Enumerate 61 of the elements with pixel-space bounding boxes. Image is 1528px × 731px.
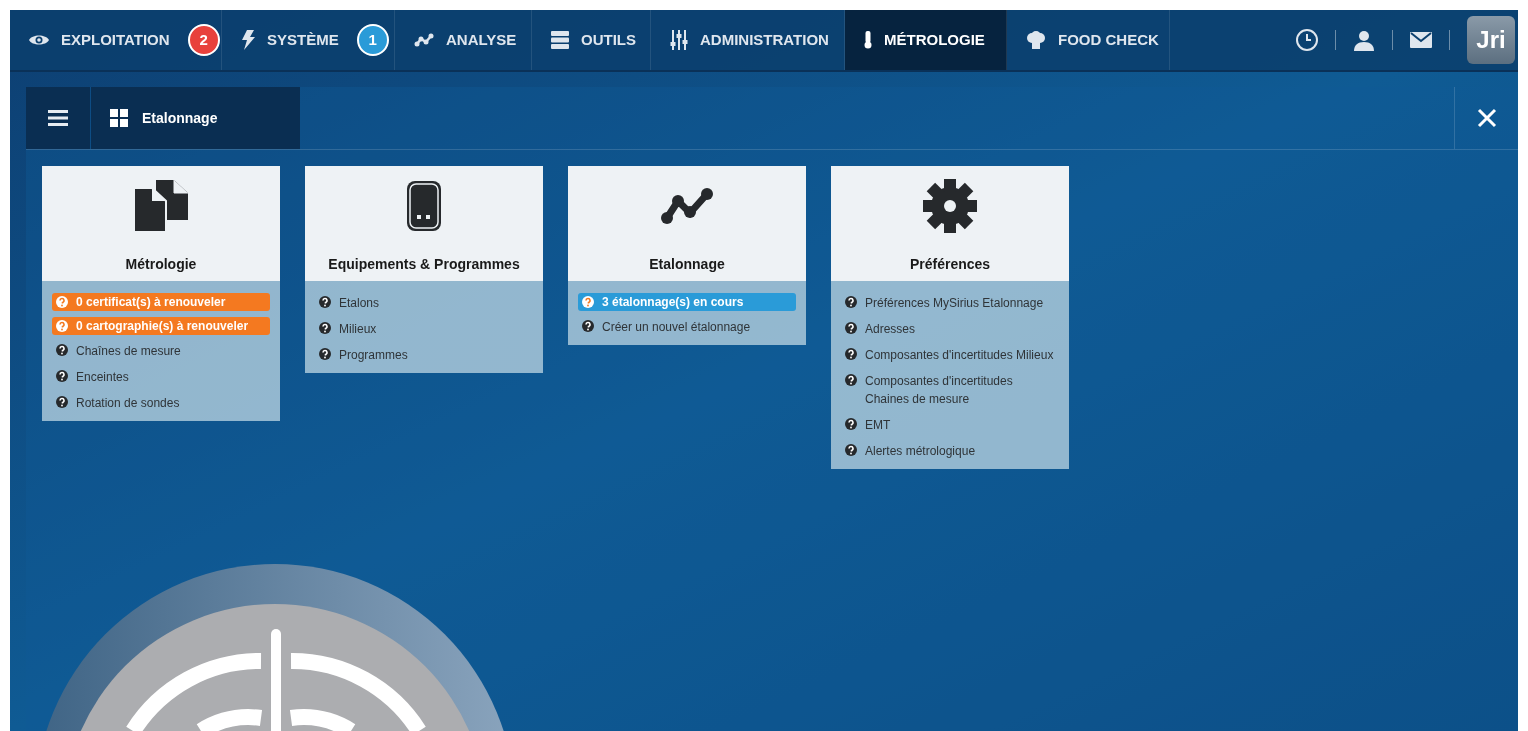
nav-tab[interactable]: OUTILS — [532, 10, 651, 70]
menu-button[interactable] — [26, 87, 90, 149]
menu-link[interactable]: Chaînes de mesure — [52, 341, 270, 361]
line-chart-icon — [660, 187, 714, 225]
menu-link[interactable]: Adresses — [841, 319, 1059, 339]
help-icon — [56, 370, 68, 382]
documents-icon — [134, 180, 188, 232]
help-icon — [319, 296, 331, 308]
help-icon — [845, 296, 857, 308]
sliders-icon — [670, 30, 688, 50]
count-badge: 2 — [187, 24, 220, 56]
help-icon — [845, 322, 857, 334]
card-title: Préférences — [909, 255, 991, 274]
menu-link[interactable]: Programmes — [315, 345, 533, 365]
card-title: Métrologie — [125, 255, 197, 274]
nav-tab[interactable]: EXPLOITATION 2 — [10, 10, 222, 70]
help-icon — [56, 396, 68, 408]
grid-icon — [110, 109, 128, 127]
line-chart-icon — [414, 33, 434, 47]
user-icon[interactable] — [1353, 29, 1375, 51]
nav-tab[interactable]: FOOD CHECK — [1007, 10, 1170, 70]
help-icon — [845, 374, 857, 386]
help-icon — [845, 348, 857, 360]
menu-link[interactable]: Enceintes — [52, 367, 270, 387]
help-icon — [56, 344, 68, 356]
nav-tab[interactable]: ANALYSE — [395, 10, 532, 70]
help-icon — [845, 444, 857, 456]
card-title: Equipements & Programmes — [328, 255, 520, 274]
app-logo[interactable]: Jri — [1467, 16, 1515, 64]
card-title: Etalonnage — [649, 255, 725, 274]
device-icon — [406, 180, 442, 232]
menu-link[interactable]: EMT — [841, 415, 1059, 435]
help-icon — [845, 418, 857, 430]
thermometer-icon — [864, 31, 872, 49]
help-icon — [319, 348, 331, 360]
menu-link[interactable]: Créer un nouvel étalonnage — [578, 317, 796, 337]
count-badge: 1 — [356, 24, 389, 56]
nav-tab[interactable]: SYSTÈME 1 — [222, 10, 395, 70]
menu-link[interactable]: Composantes d'incertitudes Chaines de mesure — [841, 371, 1059, 409]
nav-tab[interactable]: MÉTROLOGIE — [845, 10, 1007, 70]
lightning-icon — [241, 30, 255, 50]
menu-link[interactable]: Milieux — [315, 319, 533, 339]
close-icon — [1476, 108, 1497, 128]
menu-link[interactable]: Composantes d'incertitudes Milieux — [841, 345, 1059, 365]
menu-link[interactable]: Rotation de sondes — [52, 393, 270, 413]
menu-link[interactable]: Préférences MySirius Etalonnage — [841, 293, 1059, 313]
chef-hat-icon — [1026, 31, 1046, 49]
server-icon — [551, 31, 569, 49]
settings-icon — [923, 179, 977, 233]
help-icon — [56, 296, 68, 308]
menu-link[interactable]: Etalons — [315, 293, 533, 313]
help-icon — [582, 296, 594, 308]
clock-icon[interactable] — [1295, 28, 1319, 52]
help-icon — [319, 322, 331, 334]
menu-icon — [48, 110, 68, 126]
mail-icon[interactable] — [1410, 32, 1432, 48]
menu-link[interactable]: Alertes métrologique — [841, 441, 1059, 461]
help-icon — [582, 320, 594, 332]
eye-icon — [29, 33, 49, 47]
help-icon — [56, 320, 68, 332]
panel-title: Etalonnage — [142, 108, 218, 128]
